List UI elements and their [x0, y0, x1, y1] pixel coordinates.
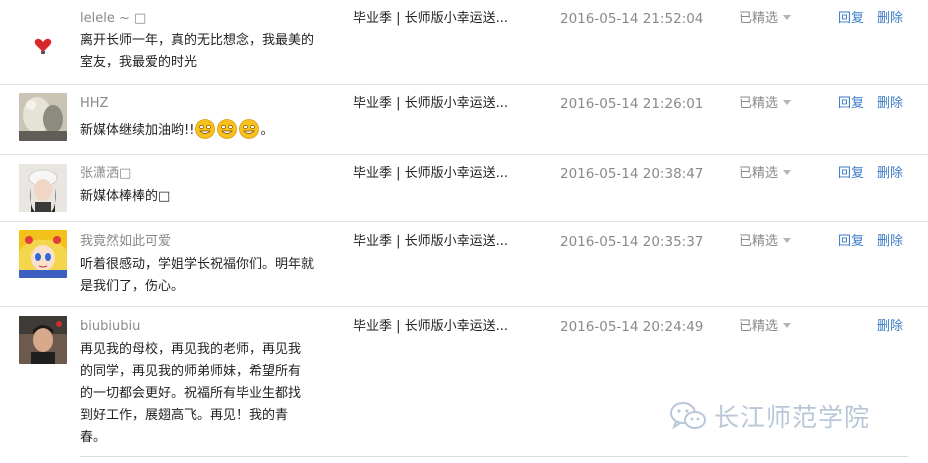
status-label: 已精选: [739, 319, 779, 334]
delete-link[interactable]: 删除: [877, 234, 903, 250]
comment-nickname[interactable]: biubiubiu: [80, 319, 140, 335]
reply-link[interactable]: 回复: [838, 11, 864, 27]
featured-status-dropdown[interactable]: 已精选: [739, 11, 792, 27]
reply-link[interactable]: 回复: [838, 96, 864, 112]
comment-row: lelele ~ □ 离开长师一年，真的无比想念，我最美的室友，我最爱的时光 毕…: [0, 0, 928, 84]
comment-suffix: 。: [260, 123, 274, 138]
avatar[interactable]: [19, 93, 67, 141]
featured-status-dropdown[interactable]: 已精选: [739, 319, 792, 335]
article-title[interactable]: 毕业季 | 长师版小幸运送...: [353, 96, 508, 112]
avatar[interactable]: [19, 20, 67, 68]
featured-status-dropdown[interactable]: 已精选: [739, 166, 792, 182]
comment-time: 2016-05-14 20:38:47: [560, 166, 704, 182]
comment-time: 2016-05-14 20:24:49: [560, 319, 704, 335]
comment-content: 新媒体棒棒的□: [80, 189, 171, 204]
caret-down-icon: [783, 15, 792, 20]
avatar[interactable]: [19, 316, 67, 364]
comment-content: 新媒体继续加油哟!! 。: [80, 119, 340, 142]
comment-row: 张潇洒□ 新媒体棒棒的□ 毕业季 | 长师版小幸运送... 2016-05-14…: [0, 155, 928, 221]
list-bottom-divider: [80, 456, 908, 457]
featured-status-dropdown[interactable]: 已精选: [739, 96, 792, 112]
comment-content: 再见我的母校，再见我的老师，再见我的同学，再见我的师弟师妹，希望所有的一切都会更…: [80, 342, 302, 445]
caret-down-icon: [783, 238, 792, 243]
comment-row: HHZ 新媒体继续加油哟!! 。 毕业季 | 长师版小幸运送... 2016-05…: [0, 85, 928, 154]
article-title[interactable]: 毕业季 | 长师版小幸运送...: [353, 166, 508, 182]
comment-row: 我竟然如此可爱 听着很感动，学姐学长祝福你们。明年就是我们了，伤心。 毕业季 |…: [0, 222, 928, 306]
wechat-icon: [670, 402, 706, 430]
watermark: 长江师范学院: [668, 398, 870, 434]
caret-down-icon: [783, 100, 792, 105]
delete-link[interactable]: 删除: [877, 96, 903, 112]
girl-cap-avatar-icon: [19, 164, 67, 212]
comment-text: 新媒体继续加油哟!!: [80, 123, 195, 138]
reply-link[interactable]: 回复: [838, 166, 864, 182]
grin-emoji-icon: [239, 119, 260, 139]
article-title[interactable]: 毕业季 | 长师版小幸运送...: [353, 234, 508, 250]
watermark-text: 长江师范学院: [714, 403, 871, 432]
caret-down-icon: [783, 170, 792, 175]
status-label: 已精选: [739, 166, 779, 181]
anime-avatar-icon: [19, 230, 67, 278]
grin-emoji-icon: [217, 119, 238, 139]
comment-time: 2016-05-14 20:35:37: [560, 234, 704, 250]
reply-link[interactable]: 回复: [838, 234, 864, 250]
featured-status-dropdown[interactable]: 已精选: [739, 234, 792, 250]
comment-content: 离开长师一年，真的无比想念，我最美的室友，我最爱的时光: [80, 33, 315, 70]
article-title[interactable]: 毕业季 | 长师版小幸运送...: [353, 319, 508, 335]
comment-time: 2016-05-14 21:26:01: [560, 96, 704, 112]
comment-time: 2016-05-14 21:52:04: [560, 11, 704, 27]
avatar[interactable]: [19, 230, 67, 278]
comment-content: 听着很感动，学姐学长祝福你们。明年就是我们了，伤心。: [80, 257, 315, 294]
comment-nickname[interactable]: lelele ~ □: [80, 11, 146, 27]
boy-selfie-avatar-icon: [19, 316, 67, 364]
delete-link[interactable]: 删除: [877, 11, 903, 27]
vintage-photo-avatar-icon: [19, 93, 67, 141]
delete-link[interactable]: 删除: [877, 166, 903, 182]
comment-nickname[interactable]: 我竟然如此可爱: [80, 234, 171, 250]
status-label: 已精选: [739, 96, 779, 111]
article-title[interactable]: 毕业季 | 长师版小幸运送...: [353, 11, 508, 27]
red-heart-avatar-icon: [19, 20, 67, 68]
grin-emoji-icon: [195, 119, 216, 139]
delete-link[interactable]: 删除: [877, 319, 903, 335]
comment-nickname[interactable]: 张潇洒□: [80, 166, 131, 182]
status-label: 已精选: [739, 234, 779, 249]
comment-row: biubiubiu 再见我的母校，再见我的老师，再见我的同学，再见我的师弟师妹，…: [0, 307, 928, 457]
status-label: 已精选: [739, 11, 779, 26]
avatar[interactable]: [19, 164, 67, 212]
caret-down-icon: [783, 323, 792, 328]
comment-nickname[interactable]: HHZ: [80, 96, 108, 112]
